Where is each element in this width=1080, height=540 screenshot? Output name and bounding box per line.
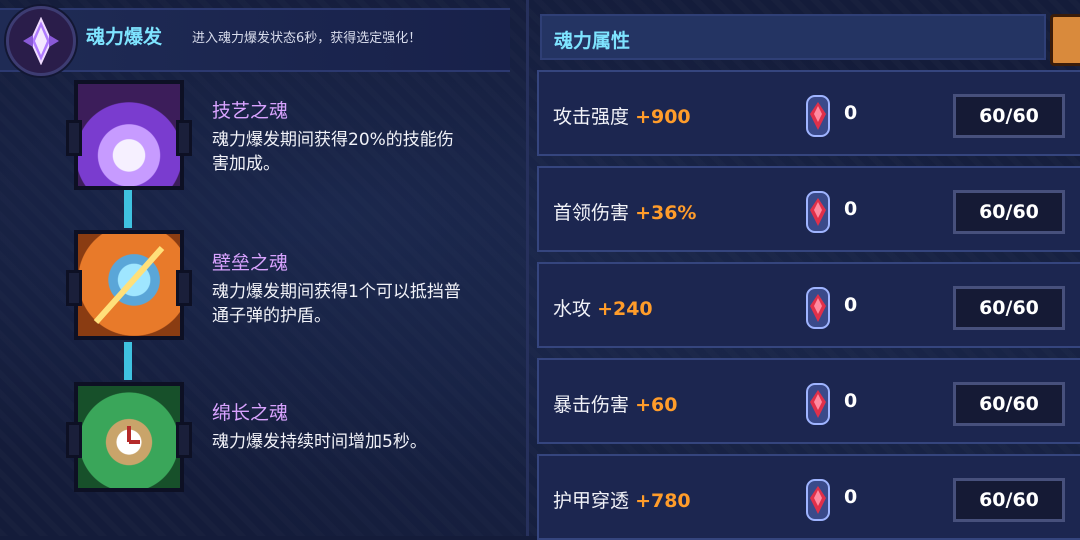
soul-gem-icon	[806, 383, 830, 425]
gem-count: 0	[844, 294, 858, 316]
panel-divider	[526, 0, 529, 536]
skill-description: 魂力爆发期间获得20%的技能伤 害加成。	[212, 128, 512, 176]
attribute-bonus: +36%	[635, 202, 697, 224]
attribute-bonus: +240	[597, 298, 653, 320]
attributes-header: 魂力属性	[540, 14, 1046, 60]
purple-flame-icon[interactable]	[66, 80, 192, 190]
skill-description-line: 魂力爆发期间获得20%的技能伤	[212, 130, 454, 150]
soul-burst-description: 进入魂力爆发状态6秒，获得选定强化！	[192, 31, 422, 46]
soul-burst-panel: 魂力爆发 进入魂力爆发状态6秒，获得选定强化！ 技艺之魂 魂力爆发期间获得20%…	[0, 0, 522, 536]
skill-name: 技艺之魂	[212, 100, 289, 122]
gem-count: 0	[844, 198, 858, 220]
soul-gem-icon	[806, 287, 830, 329]
level-cap-box[interactable]: 60/60	[953, 190, 1065, 234]
attribute-name: 首领伤害	[553, 202, 630, 224]
attribute-row: 暴击伤害 +60 0 60/60	[537, 358, 1080, 444]
attribute-label: 水攻 +240	[553, 294, 653, 321]
attribute-bonus: +780	[635, 490, 691, 512]
skill-description: 魂力爆发持续时间增加5秒。	[212, 430, 512, 454]
attribute-label: 护甲穿透 +780	[553, 486, 691, 513]
level-cap-box[interactable]: 60/60	[953, 382, 1065, 426]
skill-description: 魂力爆发期间获得1个可以抵挡普 通子弹的护盾。	[212, 280, 512, 328]
level-cap-box[interactable]: 60/60	[953, 94, 1065, 138]
soul-gem-icon	[806, 95, 830, 137]
skill-name: 壁垒之魂	[212, 252, 289, 274]
side-tab-button[interactable]	[1050, 14, 1080, 66]
attribute-label: 攻击强度 +900	[553, 102, 691, 129]
skill-description-line: 害加成。	[212, 154, 280, 174]
skill-description-line: 通子弹的护盾。	[212, 306, 331, 326]
attribute-row: 护甲穿透 +780 0 60/60	[537, 454, 1080, 540]
level-cap-box[interactable]: 60/60	[953, 286, 1065, 330]
soul-gem-icon	[806, 479, 830, 521]
soul-burst-title: 魂力爆发	[86, 26, 163, 48]
attribute-name: 护甲穿透	[553, 490, 630, 512]
attribute-label: 暴击伤害 +60	[553, 390, 677, 417]
attribute-row: 攻击强度 +900 0 60/60	[537, 70, 1080, 156]
stopwatch-icon[interactable]	[66, 382, 192, 492]
skill-connector	[124, 190, 132, 228]
attribute-row: 水攻 +240 0 60/60	[537, 262, 1080, 348]
level-cap-box[interactable]: 60/60	[953, 478, 1065, 522]
attribute-name: 暴击伤害	[553, 394, 630, 416]
shield-sword-icon[interactable]	[66, 230, 192, 340]
attributes-title: 魂力属性	[554, 30, 631, 52]
attribute-row: 首领伤害 +36% 0 60/60	[537, 166, 1080, 252]
gem-count: 0	[844, 390, 858, 412]
skill-description-line: 魂力爆发期间获得1个可以抵挡普	[212, 282, 461, 302]
attribute-label: 首领伤害 +36%	[553, 198, 696, 225]
attribute-bonus: +60	[635, 394, 678, 416]
soul-crystal-icon	[6, 6, 76, 76]
skill-name: 绵长之魂	[212, 402, 289, 424]
attribute-name: 攻击强度	[553, 106, 630, 128]
skill-connector	[124, 342, 132, 380]
gem-count: 0	[844, 102, 858, 124]
attribute-bonus: +900	[635, 106, 691, 128]
skill-description-line: 魂力爆发持续时间增加5秒。	[212, 432, 427, 452]
gem-count: 0	[844, 486, 858, 508]
attribute-name: 水攻	[553, 298, 592, 320]
soul-gem-icon	[806, 191, 830, 233]
